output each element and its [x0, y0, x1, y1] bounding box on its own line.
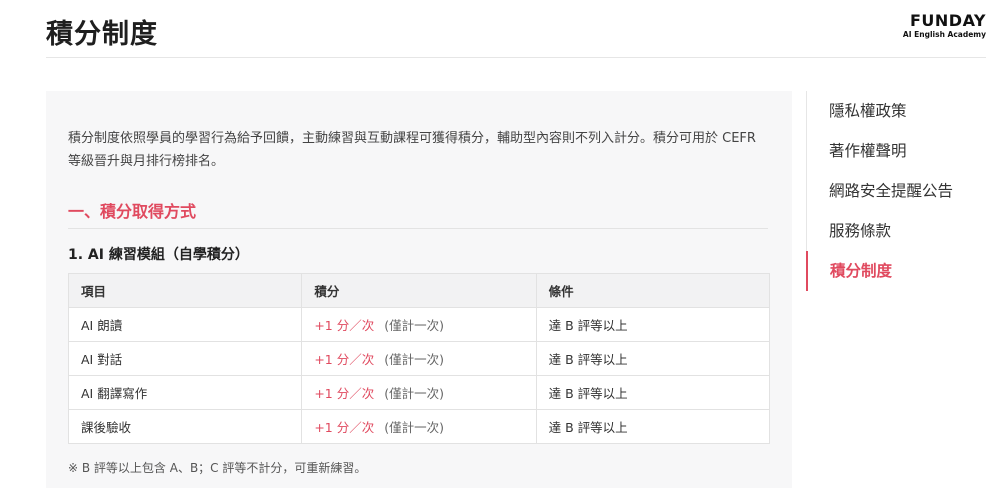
nav-item-points-system[interactable]: 積分制度: [806, 251, 1000, 291]
cell-item: 課後驗收: [67, 409, 303, 444]
points-note: (僅計一次): [384, 386, 444, 401]
cell-condition: 達 B 評等以上: [535, 341, 771, 376]
column-header-item: 項目: [67, 273, 303, 308]
intro-paragraph: 積分制度依照學員的學習行為給予回饋，主動練習與互動課程可獲得積分，輔助型內容則不…: [68, 131, 756, 169]
points-value: +1 分／次: [314, 386, 375, 401]
cell-points: +1 分／次 (僅計一次): [301, 409, 537, 444]
content-panel: 積分制度依照學員的學習行為給予回饋，主動練習與互動課程可獲得積分，輔助型內容則不…: [46, 91, 792, 488]
side-nav: 隱私權政策 著作權聲明 網路安全提醒公告 服務條款 積分制度: [806, 91, 1000, 291]
cell-item: AI 朗讀: [67, 307, 303, 342]
cell-condition: 達 B 評等以上: [535, 409, 771, 444]
table-row: AI 朗讀 +1 分／次 (僅計一次) 達 B 評等以上: [67, 307, 771, 342]
table-row: AI 對話 +1 分／次 (僅計一次) 達 B 評等以上: [67, 341, 771, 376]
table-row: AI 翻譯寫作 +1 分／次 (僅計一次) 達 B 評等以上: [67, 375, 771, 410]
points-value: +1 分／次: [314, 420, 375, 435]
nav-item-privacy[interactable]: 隱私權政策: [807, 91, 1000, 131]
points-table: 項目 積分 條件 AI 朗讀 +1 分／次 (僅計一次) 達 B 評等以上 AI …: [67, 273, 771, 444]
nav-item-copyright[interactable]: 著作權聲明: [807, 131, 1000, 171]
section-divider: [68, 228, 768, 229]
cell-item: AI 對話: [67, 341, 303, 376]
logo-wordmark: FUNDAY: [909, 11, 986, 30]
footnote: ※ B 評等以上包含 A、B；C 評等不計分，可重新練習。: [68, 461, 367, 475]
sub-section-title: 1. AI 練習模組（自學積分）: [68, 247, 249, 263]
section-title: 一、積分取得方式: [68, 202, 197, 221]
cell-points: +1 分／次 (僅計一次): [301, 341, 537, 376]
page-title: 積分制度: [46, 19, 158, 50]
nav-item-terms[interactable]: 服務條款: [807, 211, 1000, 251]
page-header: 積分制度 FUNDAY AI English Academy: [46, 0, 986, 58]
cell-points: +1 分／次 (僅計一次): [301, 375, 537, 410]
column-header-condition: 條件: [535, 273, 771, 308]
cell-condition: 達 B 評等以上: [535, 307, 771, 342]
column-header-points: 積分: [301, 273, 537, 308]
points-note: (僅計一次): [384, 352, 444, 367]
table-row: 課後驗收 +1 分／次 (僅計一次) 達 B 評等以上: [67, 409, 771, 444]
cell-condition: 達 B 評等以上: [535, 375, 771, 410]
nav-item-security-notice[interactable]: 網路安全提醒公告: [807, 171, 1000, 211]
funday-logo[interactable]: FUNDAY AI English Academy: [903, 12, 986, 40]
table-header-row: 項目 積分 條件: [67, 273, 771, 308]
points-note: (僅計一次): [384, 420, 444, 435]
cell-item: AI 翻譯寫作: [67, 375, 303, 410]
logo-tagline: AI English Academy: [902, 30, 986, 39]
points-value: +1 分／次: [314, 318, 375, 333]
points-value: +1 分／次: [314, 352, 375, 367]
cell-points: +1 分／次 (僅計一次): [301, 307, 537, 342]
points-note: (僅計一次): [384, 318, 444, 333]
